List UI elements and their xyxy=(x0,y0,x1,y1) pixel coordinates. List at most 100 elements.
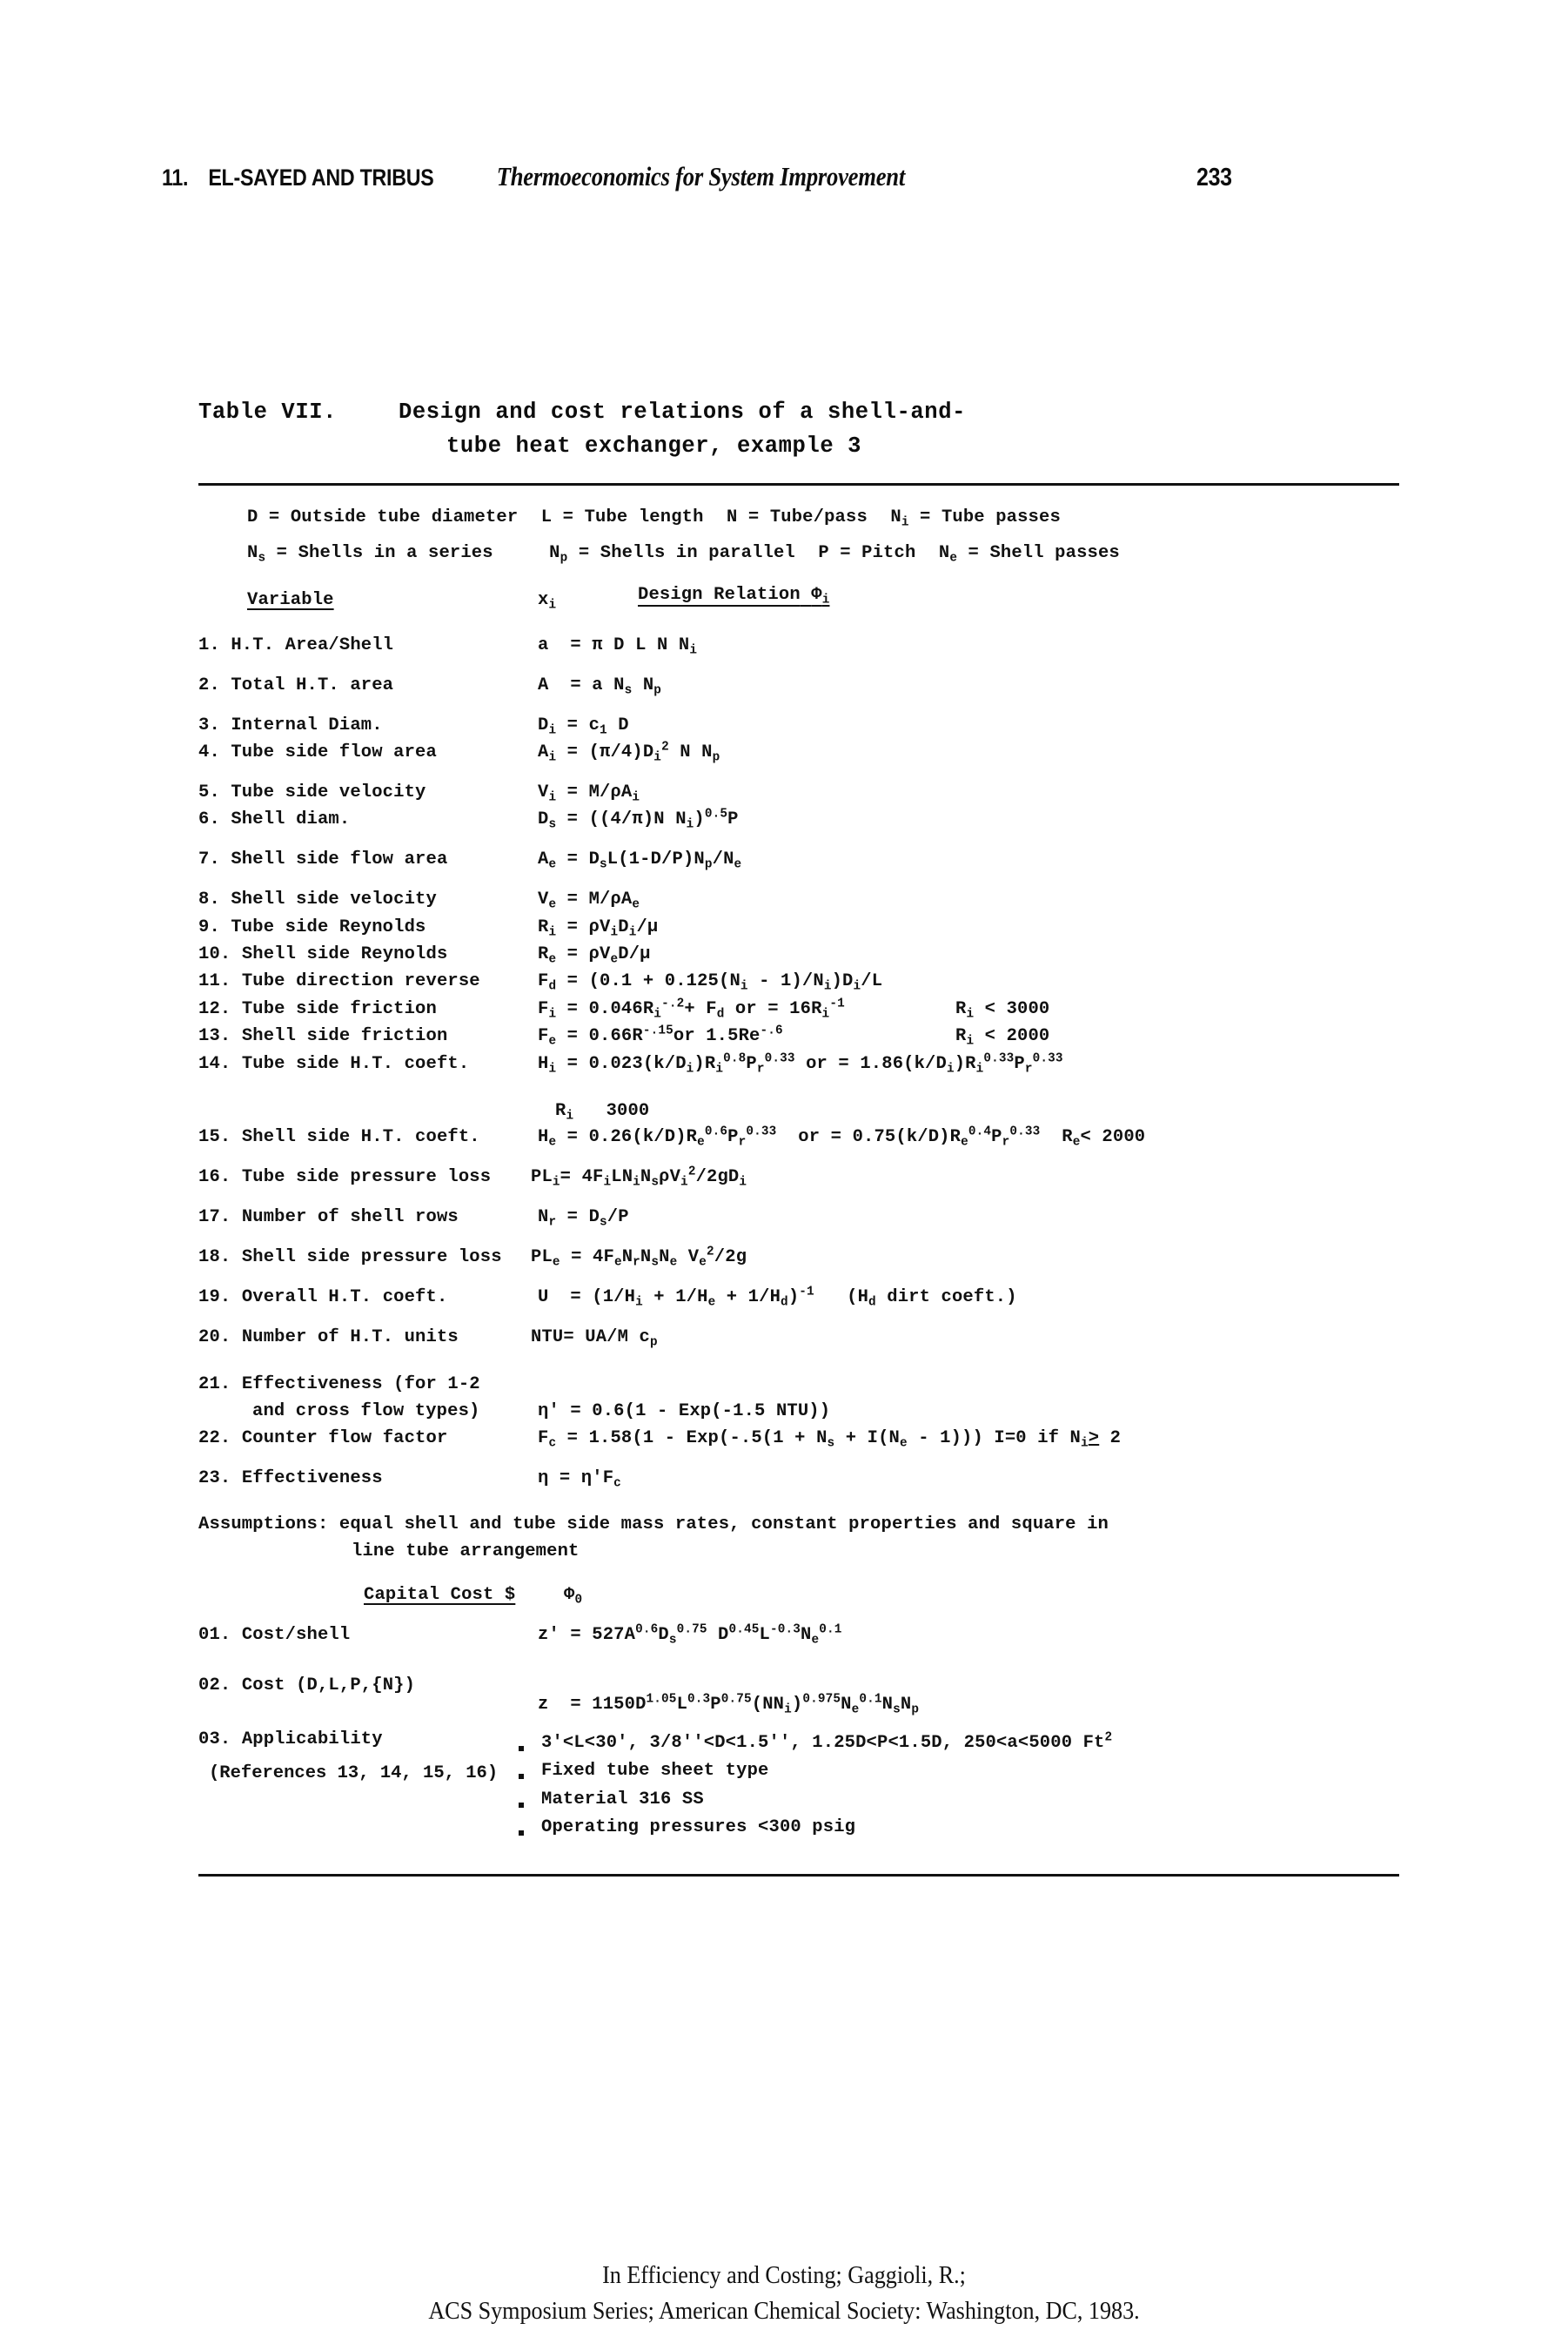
row-relation: Ai = (π/4)Di2 N Np xyxy=(538,740,720,765)
row-label: 02. Cost (D,L,P,{N}) xyxy=(198,1675,416,1695)
relation-rows: 1. H.T. Area/Shell a = π D L N Ni 2. Tot… xyxy=(198,635,1399,1509)
row-relation: Nr = Ds/P xyxy=(538,1206,629,1230)
row-label: 19. Overall H.T. coeft. xyxy=(198,1286,448,1307)
subscript-s: s xyxy=(258,551,266,566)
table-row: 8. Shell side velocity Ve = M/ρAe xyxy=(198,890,1399,916)
table-row: 1. H.T. Area/Shell a = π D L N Ni xyxy=(198,635,1399,675)
row-relation: PLe = 4FeNrNsNe Ve2/2g xyxy=(531,1245,747,1270)
references-note: (References 13, 14, 15, 16) xyxy=(209,1763,499,1783)
nomen-L: L = Tube length xyxy=(540,507,704,527)
table-caption: Table VII. Design and cost relations of … xyxy=(198,396,1399,464)
table-vii: Table VII. Design and cost relations of … xyxy=(198,396,1399,1877)
row-relation: z' = 527A0.6Ds0.75 D0.45L-0.3Ne0.1 xyxy=(538,1622,842,1648)
table-row: 02. Cost (D,L,P,{N}) z = 1150D1.05L0.3P0… xyxy=(198,1675,1399,1729)
column-headers: Variable xi Design Relation Φi xyxy=(198,585,1399,628)
row-relation: Ve = M/ρAe xyxy=(538,890,640,912)
row-relation: η' = 0.6(1 - Exp(-1.5 NTU)) xyxy=(538,1401,831,1422)
applicability-row: 03. Applicability 3'<L<30', 3/8''<D<1.5'… xyxy=(198,1729,1399,1860)
row-continuation: Ri 3000 xyxy=(198,1101,1399,1127)
row-label: 4. Tube side flow area xyxy=(198,742,437,762)
table-bottom-rule xyxy=(198,1873,1399,1877)
nomenclature-line-2: Ns = Shells in a series Np = Shells in p… xyxy=(247,535,1399,571)
nomen-N: N = Tube/pass xyxy=(727,507,868,527)
table-row: 5. Tube side velocity Vi = M/ρAi xyxy=(198,782,1399,809)
row-relation: Re = ρVeD/μ xyxy=(538,944,651,967)
row-relation: Fi = 0.046Ri-.2+ Fd or = 16Ri-1 xyxy=(538,997,845,1022)
table-row: 10. Shell side Reynolds Re = ρVeD/μ xyxy=(198,944,1399,971)
row-relation: z = 1150D1.05L0.3P0.75(NNi)0.975Ne0.1NsN… xyxy=(538,1692,920,1717)
table-row: 17. Number of shell rows Nr = Ds/P xyxy=(198,1207,1399,1247)
table-caption-line2: tube heat exchanger, example 3 xyxy=(446,433,862,459)
row-relation: Vi = M/ρAi xyxy=(538,782,640,805)
table-row: 2. Total H.T. area A = a Ns Np xyxy=(198,675,1399,715)
row-relation: Ae = DsL(1-D/P)Np/Ne xyxy=(538,849,742,872)
row-label: 12. Tube side friction xyxy=(198,998,437,1019)
nomenclature: D = Outside tube diameter L = Tube lengt… xyxy=(198,500,1399,571)
row-label: 8. Shell side velocity xyxy=(198,890,437,910)
table-row: 15. Shell side H.T. coeft. He = 0.26(k/D… xyxy=(198,1125,1399,1167)
row-label: 20. Number of H.T. units xyxy=(198,1326,459,1347)
subscript-e: e xyxy=(949,551,958,566)
row-relation: Ds = ((4/π)N Ni)0.5P xyxy=(538,807,739,832)
nomen-Ni: Ni = Tube passes xyxy=(890,507,1061,530)
column-header-design-relation: Design Relation Φi xyxy=(638,584,830,608)
capital-cost-rows: 01. Cost/shell z' = 527A0.6Ds0.75 D0.45L… xyxy=(198,1622,1399,1860)
row-label: 11. Tube direction reverse xyxy=(198,971,480,992)
capital-cost-phi: Φ0 xyxy=(564,1584,583,1608)
row-label: 10. Shell side Reynolds xyxy=(198,944,448,965)
table-row: 6. Shell diam. Ds = ((4/π)N Ni)0.5P xyxy=(198,809,1399,849)
running-head-title: Thermoeconomics for System Improvement xyxy=(496,161,906,191)
row-relation: Hi = 0.023(k/Di)Ri0.8Pr0.33 or = 1.86(k/… xyxy=(538,1051,1063,1077)
row-label: 9. Tube side Reynolds xyxy=(198,916,426,937)
table-row: 12. Tube side friction Fi = 0.046Ri-.2+ … xyxy=(198,997,1399,1026)
list-item: Material 316 SS xyxy=(512,1786,1112,1814)
row-label: 17. Number of shell rows xyxy=(198,1206,459,1227)
row-condition: Ri 3000 xyxy=(555,1100,650,1124)
assumptions-text-2: line tube arrangement xyxy=(352,1541,580,1562)
running-head: 11. EL-SAYED AND TRIBUS Thermoeconomics … xyxy=(162,161,1232,192)
subscript-0: 0 xyxy=(574,1593,583,1608)
page-number: 233 xyxy=(1196,164,1232,191)
row-label: 15. Shell side H.T. coeft. xyxy=(198,1126,480,1147)
row-relation: Fe = 0.66R-.15or 1.5Re-.6 xyxy=(538,1024,783,1049)
row-relation: PLi= 4FiLNiNsρVi2/2gDi xyxy=(531,1165,747,1190)
list-item: Fixed tube sheet type xyxy=(512,1757,1112,1785)
table-row: 23. Effectiveness η = η'Fc xyxy=(198,1468,1399,1508)
nomen-D: D = Outside tube diameter xyxy=(247,507,519,527)
running-head-authors: EL-SAYED AND TRIBUS xyxy=(208,164,434,191)
row-relation: U = (1/Hi + 1/He + 1/Hd)-1 (Hd dirt coef… xyxy=(538,1285,1017,1310)
row-label: 14. Tube side H.T. coeft. xyxy=(198,1053,470,1074)
footer-line-1: In Efficiency and Costing; Gaggioli, R.; xyxy=(602,2261,966,2289)
nomen-Np: Np = Shells in parallel xyxy=(549,542,795,566)
row-relation: Fc = 1.58(1 - Exp(-.5(1 + Ns + I(Ne - 1)… xyxy=(538,1428,1122,1451)
table-row: 7. Shell side flow area Ae = DsL(1-D/P)N… xyxy=(198,849,1399,890)
table-row: 19. Overall H.T. coeft. U = (1/Hi + 1/He… xyxy=(198,1285,1399,1327)
row-relation: Ri = ρViDi/μ xyxy=(538,916,659,940)
row-label: 01. Cost/shell xyxy=(198,1624,351,1645)
table-row: 9. Tube side Reynolds Ri = ρViDi/μ xyxy=(198,917,1399,944)
table-label: Table VII. xyxy=(198,400,338,425)
page-footer: In Efficiency and Costing; Gaggioli, R.;… xyxy=(78,2258,1490,2329)
superscript-2: 2 xyxy=(1104,1730,1113,1745)
table-row: 22. Counter flow factor Fc = 1.58(1 - Ex… xyxy=(198,1428,1399,1468)
row-relation: A = a Ns Np xyxy=(538,675,662,698)
table-row: 18. Shell side pressure loss PLe = 4FeNr… xyxy=(198,1245,1399,1287)
table-row: 4. Tube side flow area Ai = (π/4)Di2 N N… xyxy=(198,740,1399,782)
row-relation: Fd = (0.1 + 0.125(Ni - 1)/Ni)Di/L xyxy=(538,971,883,995)
capital-cost-header: Capital Cost $ Φ0 xyxy=(198,1585,1399,1620)
list-item: 3'<L<30', 3/8''<D<1.5'', 1.25D<P<1.5D, 2… xyxy=(512,1729,1112,1757)
row-label: 3. Internal Diam. xyxy=(198,715,383,735)
row-relation: Di = c1 D xyxy=(538,715,629,738)
nomen-P: P = Pitch xyxy=(818,542,916,563)
nomenclature-line-1: D = Outside tube diameter L = Tube lengt… xyxy=(247,500,1399,535)
table-row: 3. Internal Diam. Di = c1 D xyxy=(198,715,1399,742)
row-condition: Ri < 2000 xyxy=(955,1026,1050,1049)
row-label: 5. Tube side velocity xyxy=(198,782,426,802)
column-header-variable: Variable xyxy=(247,589,334,610)
table-row: 11. Tube direction reverse Fd = (0.1 + 0… xyxy=(198,971,1399,998)
list-item: Operating pressures <300 psig xyxy=(512,1814,1112,1842)
row-label: 03. Applicability xyxy=(198,1729,383,1749)
list-item-text: 3'<L<30', 3/8''<D<1.5'', 1.25D<P<1.5D, 2… xyxy=(541,1732,1105,1753)
row-label: 22. Counter flow factor xyxy=(198,1428,448,1449)
row-label: 16. Tube side pressure loss xyxy=(198,1166,492,1187)
